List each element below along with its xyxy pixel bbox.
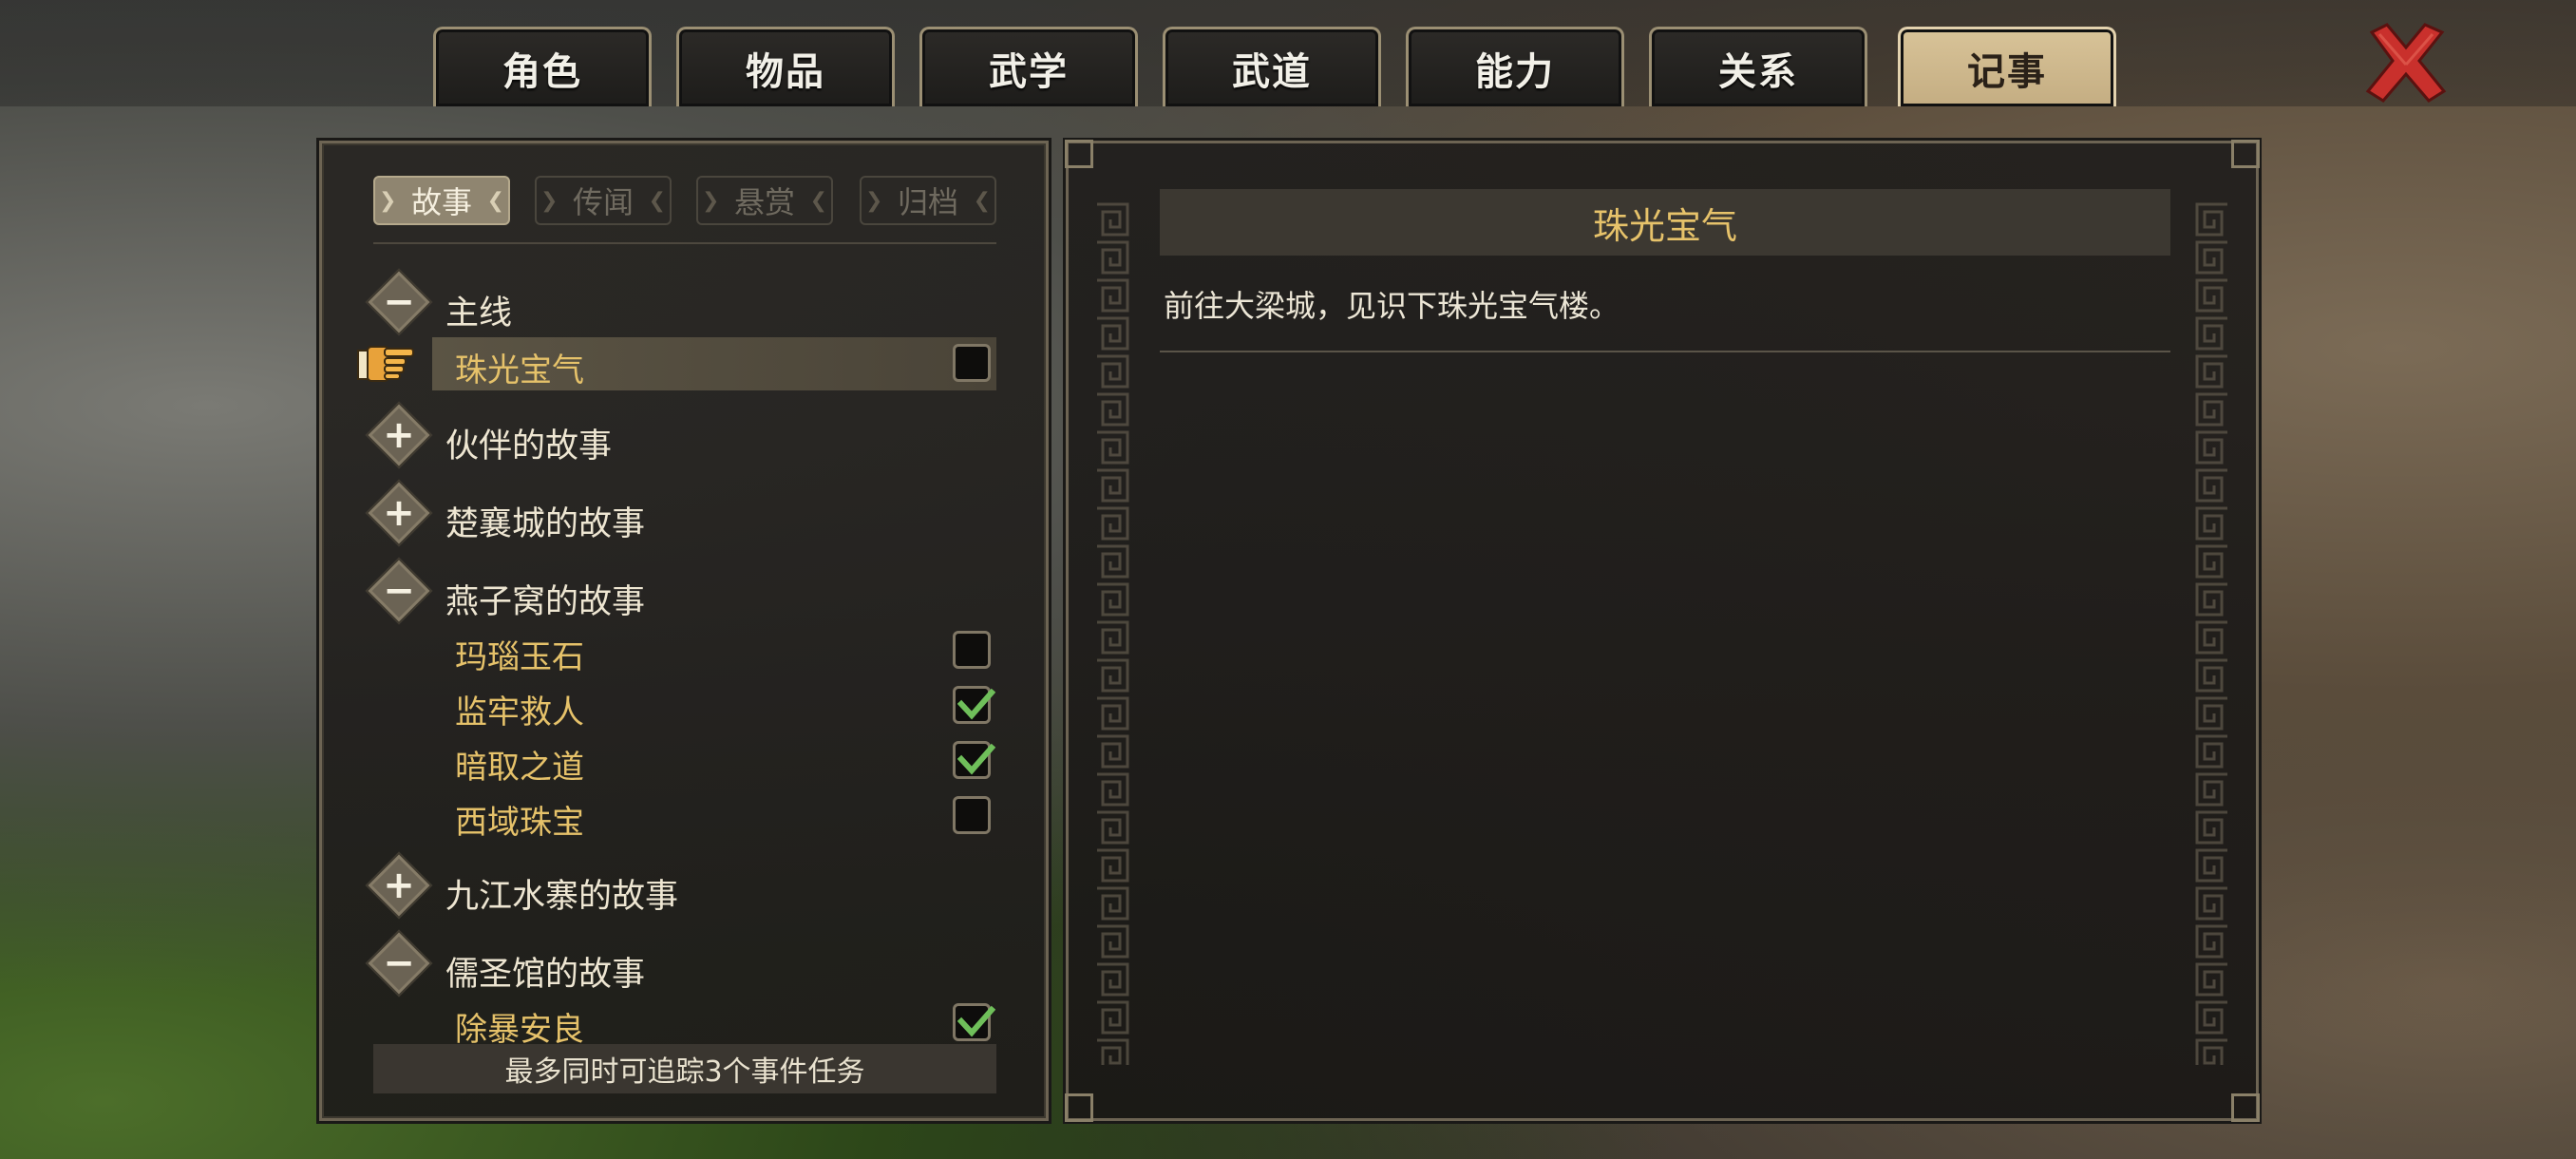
subtab-label: 故事 (410, 184, 472, 220)
chevron-left-icon: ❯ (865, 189, 883, 213)
group-label: 伙伴的故事 (445, 428, 613, 466)
quest-item[interactable]: 西域珠宝 (432, 789, 996, 843)
checkmark-icon (957, 743, 995, 775)
track-checkbox[interactable] (953, 741, 995, 779)
subtab-bounties[interactable]: ❯ 悬赏 ❮ (696, 176, 833, 225)
tab-martial-way[interactable]: 武道 (1163, 27, 1381, 106)
plus-icon[interactable]: + (375, 411, 423, 459)
quest-item[interactable]: 暗取之道 (432, 734, 996, 788)
chevron-right-icon: ❮ (648, 189, 666, 213)
group-label: 儒圣馆的故事 (445, 956, 646, 994)
corner-ornament (2231, 1093, 2260, 1122)
minus-icon[interactable]: − (375, 940, 423, 987)
chevron-right-icon: ❮ (486, 189, 504, 213)
group-label: 楚襄城的故事 (445, 505, 646, 543)
pointing-hand-icon (357, 346, 414, 382)
track-checkbox[interactable] (953, 344, 991, 382)
quest-item-label: 监牢救人 (455, 694, 584, 732)
chevron-right-icon: ❮ (809, 189, 827, 213)
corner-ornament (1065, 1093, 1093, 1122)
quest-item-label: 暗取之道 (455, 749, 584, 787)
tab-items[interactable]: 物品 (676, 27, 895, 106)
subtab-archive[interactable]: ❯ 归档 ❮ (860, 176, 996, 225)
chevron-left-icon: ❯ (379, 189, 397, 213)
chevron-right-icon: ❮ (973, 189, 991, 213)
quest-description: 前往大梁城，见识下珠光宝气楼。 (1164, 288, 1620, 324)
tab-relations[interactable]: 关系 (1649, 27, 1867, 106)
subtab-stories[interactable]: ❯ 故事 ❮ (373, 176, 510, 225)
tab-journal[interactable]: 记事 (1898, 27, 2116, 106)
quest-list-panel: ❯ 故事 ❮ ❯ 传闻 ❮ ❯ 悬赏 ❮ ❯ 归档 ❮ − 主线 珠光宝气 + … (319, 141, 1049, 1121)
checkmark-icon (957, 688, 995, 720)
checkmark-icon (957, 1005, 995, 1037)
track-checkbox[interactable] (953, 686, 995, 724)
subtab-label: 归档 (897, 184, 958, 220)
quest-detail-panel: 珠光宝气 前往大梁城，见识下珠光宝气楼。 (1065, 140, 2260, 1122)
quest-item-label: 西域珠宝 (455, 804, 584, 842)
tab-abilities[interactable]: 能力 (1406, 27, 1624, 106)
quest-item[interactable]: 监牢救人 (432, 679, 996, 732)
subtab-label: 悬赏 (733, 184, 795, 220)
tab-character[interactable]: 角色 (433, 27, 652, 106)
tracking-limit-note: 最多同时可追踪3个事件任务 (373, 1044, 996, 1093)
quest-item-label: 珠光宝气 (455, 352, 584, 390)
divider (1160, 351, 2170, 352)
quest-item-label: 玛瑙玉石 (455, 638, 584, 676)
divider (373, 242, 996, 244)
quest-item-selected[interactable]: 珠光宝气 (432, 337, 996, 390)
group-label: 燕子窝的故事 (445, 583, 646, 621)
fret-border-pattern (1093, 200, 1131, 1065)
quest-item-label: 除暴安良 (455, 1011, 584, 1049)
subtab-label: 传闻 (572, 184, 634, 220)
group-label: 九江水寨的故事 (445, 878, 679, 916)
track-checkbox[interactable] (953, 1003, 995, 1041)
close-x-icon[interactable] (2362, 19, 2450, 106)
minus-icon[interactable]: − (375, 567, 423, 615)
group-label: 主线 (445, 294, 513, 332)
chevron-left-icon: ❯ (702, 189, 720, 213)
corner-ornament (1065, 140, 1093, 168)
chevron-left-icon: ❯ (540, 189, 559, 213)
plus-icon[interactable]: + (375, 489, 423, 537)
fret-border-pattern (2193, 200, 2231, 1065)
quest-item[interactable]: 除暴安良 (432, 997, 996, 1050)
quest-item[interactable]: 玛瑙玉石 (432, 624, 996, 677)
plus-icon[interactable]: + (375, 862, 423, 909)
quest-title: 珠光宝气 (1160, 189, 2170, 256)
subtab-rumors[interactable]: ❯ 传闻 ❮ (535, 176, 672, 225)
minus-icon[interactable]: − (375, 278, 423, 326)
corner-ornament (2231, 140, 2260, 168)
tab-martial-arts[interactable]: 武学 (919, 27, 1138, 106)
track-checkbox[interactable] (953, 796, 991, 834)
track-checkbox[interactable] (953, 631, 991, 669)
